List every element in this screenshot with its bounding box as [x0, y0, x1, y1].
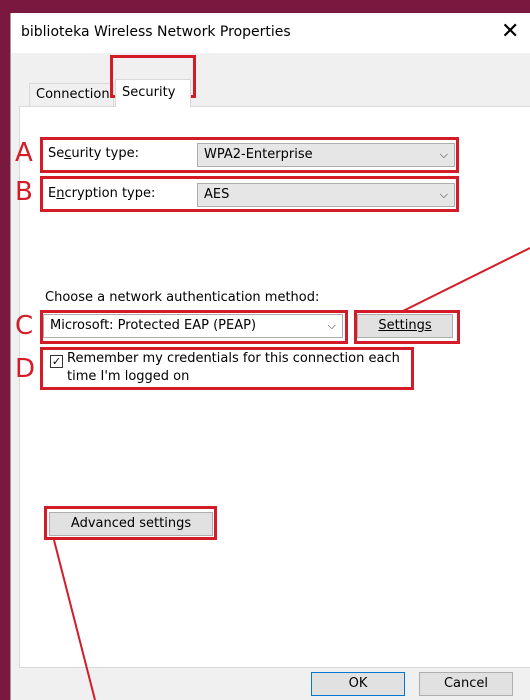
- advanced-settings-label: Advanced settings: [70, 516, 192, 531]
- tab-connection[interactable]: Connection: [29, 83, 114, 107]
- annotation-letter-c: C: [15, 311, 34, 341]
- annotation-letter-b: B: [15, 177, 33, 207]
- encryption-type-select[interactable]: AES ⌵: [197, 183, 455, 207]
- tab-security[interactable]: Security: [115, 79, 191, 107]
- ok-button[interactable]: OK: [311, 672, 405, 696]
- settings-button-label: Settings: [378, 318, 432, 333]
- remember-checkbox[interactable]: ✓: [50, 355, 63, 368]
- encryption-type-value: AES: [204, 187, 230, 202]
- chevron-down-icon: ⌵: [327, 319, 336, 332]
- encryption-type-label: Encryption type:: [48, 186, 156, 201]
- chevron-down-icon: ⌵: [439, 188, 448, 201]
- security-type-label: Security type:: [48, 146, 139, 161]
- window-title: biblioteka Wireless Network Properties: [21, 24, 291, 40]
- security-type-select[interactable]: WPA2-Enterprise ⌵: [197, 143, 455, 167]
- title-bar: biblioteka Wireless Network Properties ✕: [11, 13, 530, 53]
- auth-method-select[interactable]: Microsoft: Protected EAP (PEAP) ⌵: [43, 314, 343, 338]
- chevron-down-icon: ⌵: [439, 148, 448, 161]
- annotation-letter-d: D: [15, 354, 36, 384]
- close-icon[interactable]: ✕: [501, 20, 519, 44]
- settings-button[interactable]: Settings: [357, 314, 453, 338]
- remember-label-line1: Remember my credentials for this connect…: [67, 351, 400, 366]
- remember-label-line2: time I'm logged on: [67, 369, 190, 384]
- cancel-button[interactable]: Cancel: [419, 672, 513, 696]
- advanced-settings-button[interactable]: Advanced settings: [49, 512, 213, 536]
- properties-dialog: biblioteka Wireless Network Properties ✕…: [10, 13, 530, 700]
- auth-method-label: Choose a network authentication method:: [45, 290, 320, 305]
- auth-method-value: Microsoft: Protected EAP (PEAP): [50, 318, 257, 333]
- security-type-value: WPA2-Enterprise: [204, 147, 313, 162]
- annotation-letter-a: A: [15, 138, 33, 168]
